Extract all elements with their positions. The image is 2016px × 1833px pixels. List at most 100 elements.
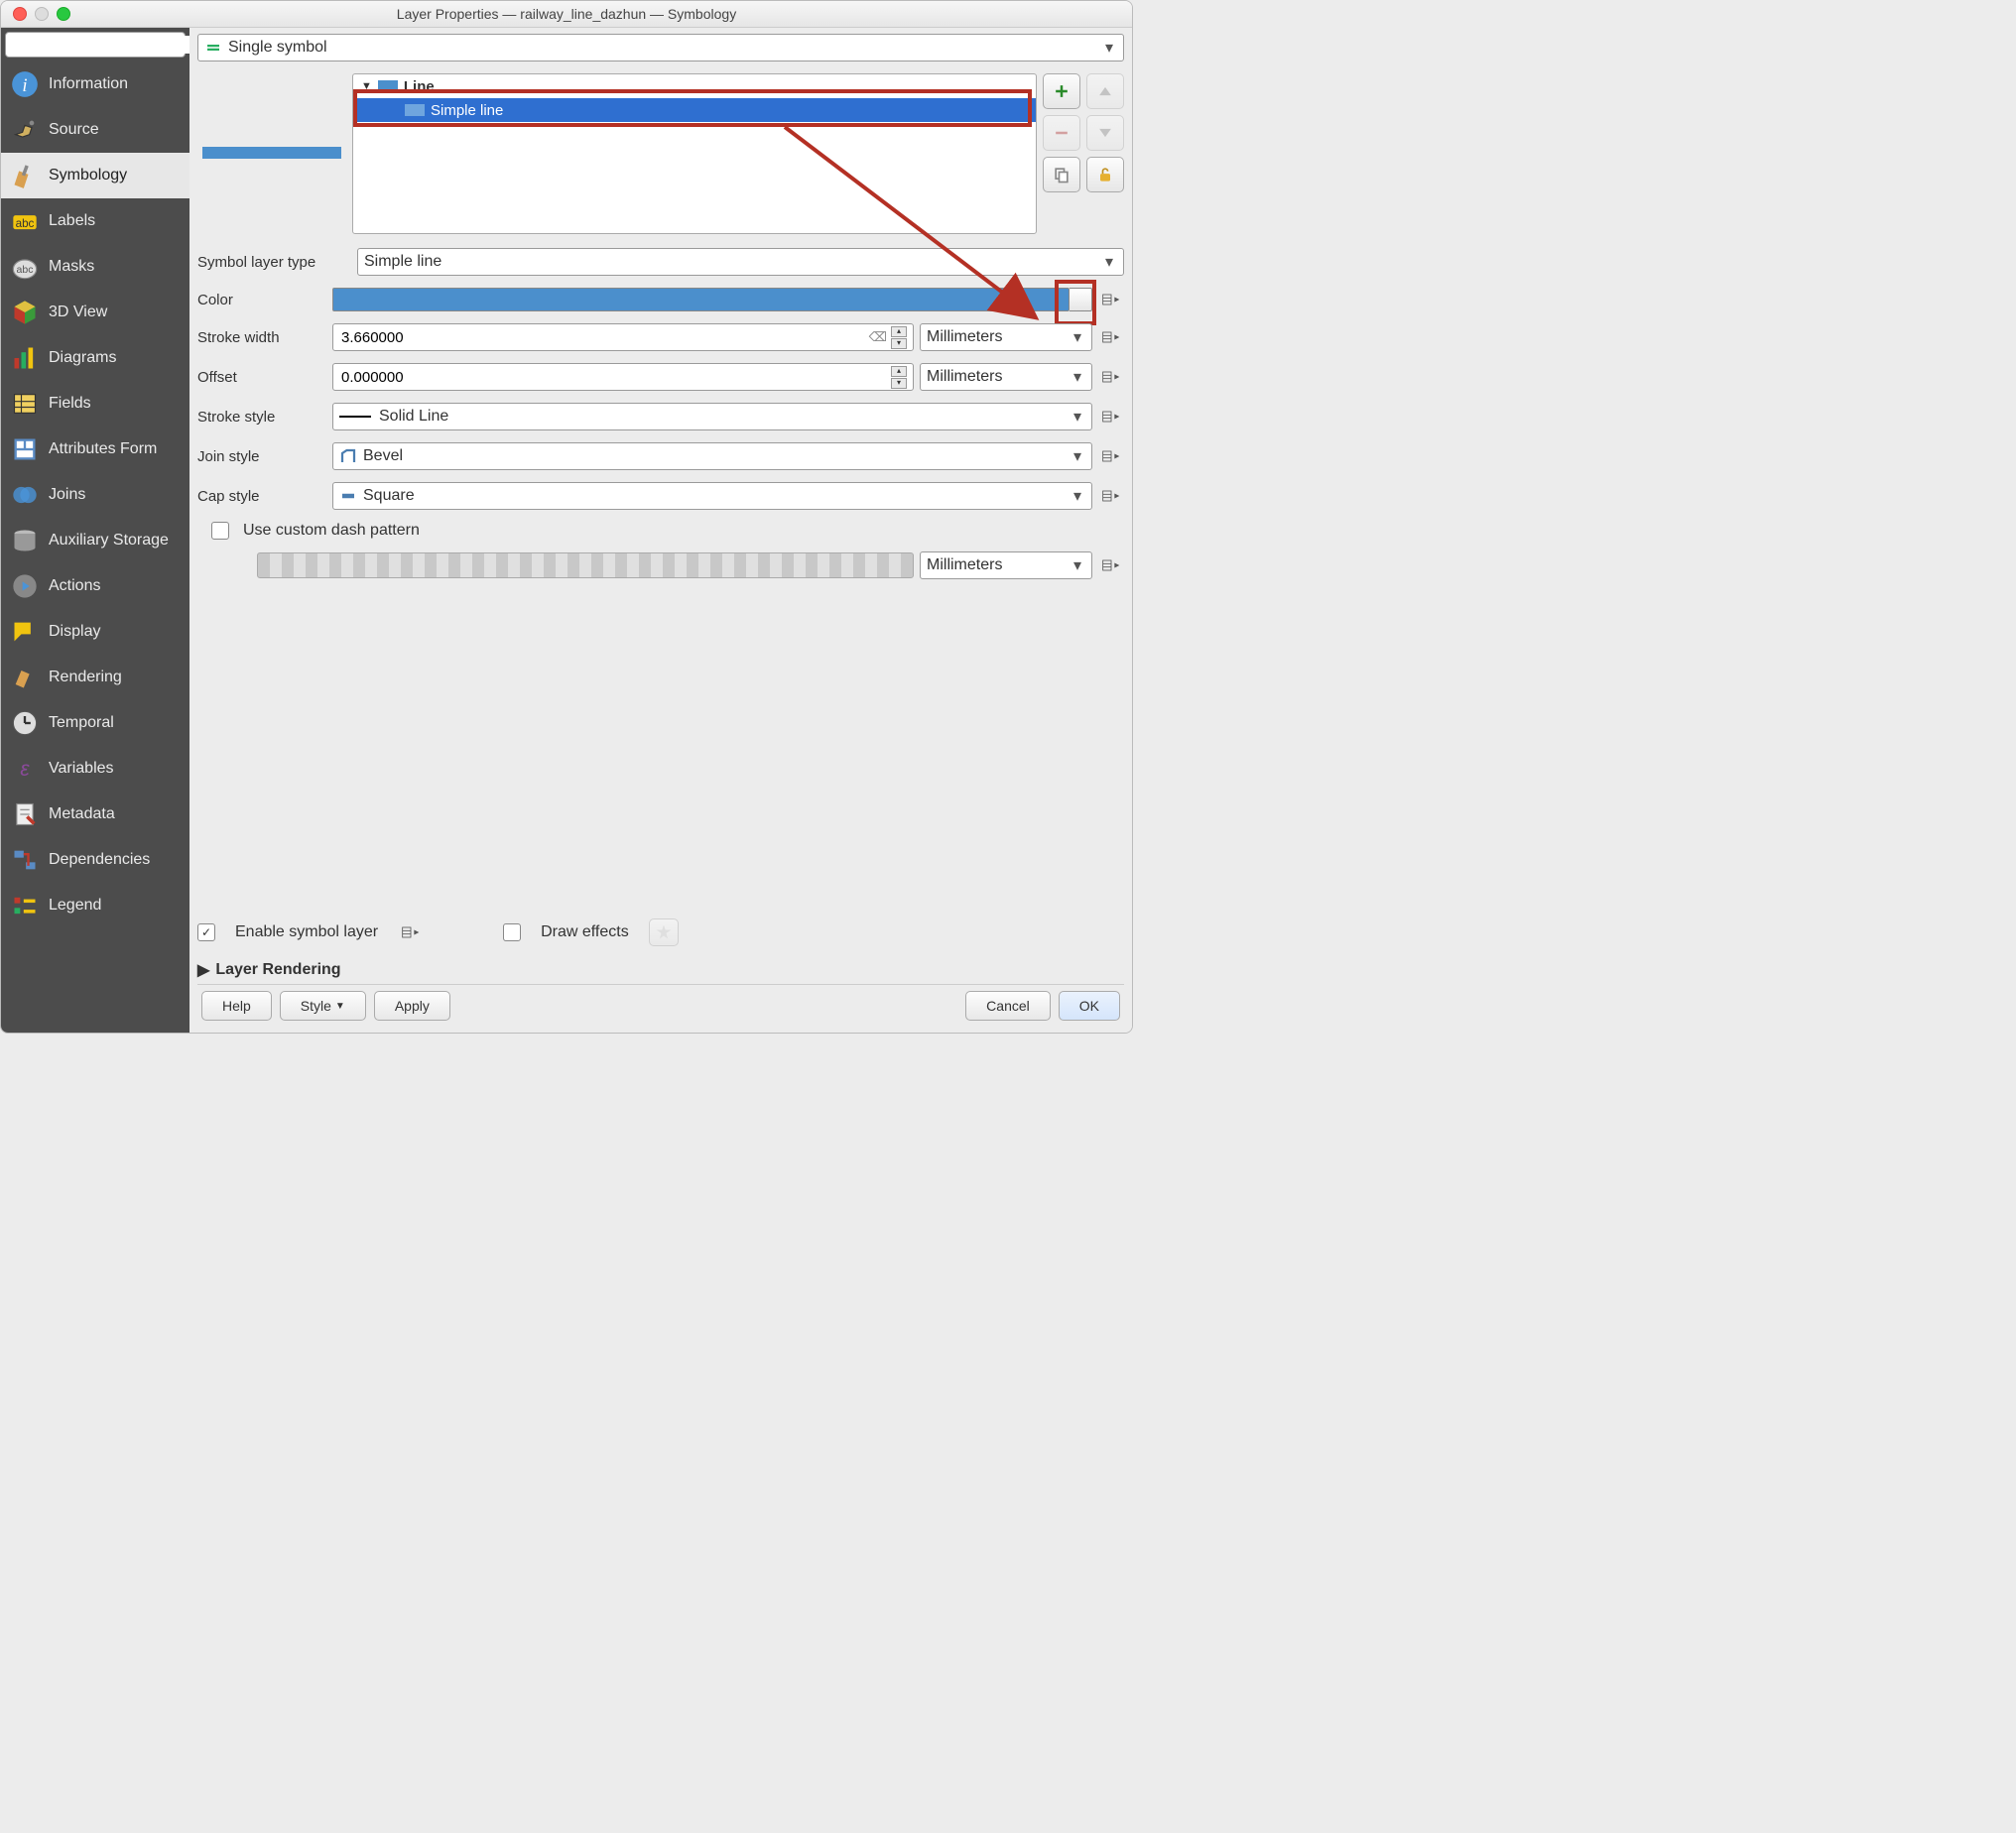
sidebar-item-actions[interactable]: Actions — [1, 563, 189, 609]
help-button[interactable]: Help — [201, 991, 272, 1021]
sidebar-item-rendering[interactable]: Rendering — [1, 655, 189, 700]
data-defined-override-button[interactable] — [1098, 407, 1124, 427]
sidebar-item-dependencies[interactable]: Dependencies — [1, 837, 189, 883]
sidebar-item-label: Legend — [49, 897, 101, 915]
lock-layer-button[interactable] — [1086, 157, 1124, 192]
tree-root-line[interactable]: ▼ Line — [353, 74, 1036, 98]
metadata-icon — [11, 800, 39, 828]
stroke-width-unit-dropdown[interactable]: Millimeters▾ — [920, 323, 1092, 351]
chevron-down-icon: ▾ — [1070, 367, 1085, 387]
custom-dash-checkbox[interactable] — [211, 522, 229, 540]
sidebar-item-metadata[interactable]: Metadata — [1, 792, 189, 837]
sidebar-item-label: Labels — [49, 212, 95, 230]
sidebar-search-input[interactable] — [16, 36, 189, 54]
sidebar-item-masks[interactable]: abc Masks — [1, 244, 189, 290]
ok-button[interactable]: OK — [1059, 991, 1120, 1021]
offset-unit-dropdown[interactable]: Millimeters▾ — [920, 363, 1092, 391]
symbol-layer-tree[interactable]: ▼ Line Simple line — [352, 73, 1037, 234]
stroke-width-spinner[interactable]: ▴▾ — [891, 326, 907, 349]
help-button-label: Help — [222, 998, 251, 1014]
lock-open-icon — [1095, 165, 1115, 184]
sidebar-item-legend[interactable]: Legend — [1, 883, 189, 928]
sidebar-item-label: Symbology — [49, 167, 127, 184]
symbol-mode-value: Single symbol — [228, 39, 327, 57]
stroke-style-dropdown[interactable]: Solid Line ▾ — [332, 403, 1092, 430]
triangle-down-icon — [1095, 123, 1115, 143]
symbol-layer-type-dropdown[interactable]: Simple line ▾ — [357, 248, 1124, 276]
offset-label: Offset — [197, 369, 326, 386]
data-defined-override-button[interactable] — [398, 922, 424, 942]
sidebar-item-variables[interactable]: ε Variables — [1, 746, 189, 792]
enable-symbol-layer-checkbox[interactable]: ✓ — [197, 923, 215, 941]
offset-value[interactable] — [339, 368, 887, 387]
sidebar-item-label: Variables — [49, 760, 114, 778]
duplicate-icon — [1052, 165, 1071, 184]
clock-icon — [11, 709, 39, 737]
data-defined-override-button[interactable] — [1098, 555, 1124, 575]
data-defined-override-button[interactable] — [1098, 367, 1124, 387]
square-cap-icon — [339, 487, 357, 505]
sidebar-item-3dview[interactable]: 3D View — [1, 290, 189, 335]
custom-dash-label: Use custom dash pattern — [243, 522, 420, 540]
symbol-mode-dropdown[interactable]: Single symbol ▾ — [197, 34, 1124, 61]
dash-unit-dropdown[interactable]: Millimeters▾ — [920, 551, 1092, 579]
data-defined-override-button[interactable] — [1098, 446, 1124, 466]
color-swatch[interactable] — [332, 288, 1070, 311]
move-up-button — [1086, 73, 1124, 109]
close-window-icon[interactable] — [13, 7, 27, 21]
stroke-width-input[interactable]: ⌫ ▴▾ — [332, 323, 914, 351]
sidebar-item-label: Auxiliary Storage — [49, 532, 169, 550]
offset-spinner[interactable]: ▴▾ — [891, 366, 907, 389]
move-down-button — [1086, 115, 1124, 151]
cap-style-dropdown[interactable]: Square ▾ — [332, 482, 1092, 510]
join-style-dropdown[interactable]: Bevel ▾ — [332, 442, 1092, 470]
tree-child-simple-line[interactable]: Simple line — [353, 98, 1036, 122]
color-dropdown-button[interactable] — [1070, 288, 1092, 311]
line-swatch-icon — [405, 104, 425, 116]
sidebar-item-label: Display — [49, 623, 100, 641]
sidebar-item-label: Actions — [49, 577, 100, 595]
sidebar-item-label: Joins — [49, 486, 85, 504]
sidebar-item-information[interactable]: i Information — [1, 61, 189, 107]
stroke-width-value[interactable] — [339, 328, 869, 347]
data-defined-override-button[interactable] — [1098, 290, 1124, 309]
join-style-label: Join style — [197, 448, 326, 465]
data-defined-override-button[interactable] — [1098, 486, 1124, 506]
layer-rendering-header[interactable]: ▶ Layer Rendering — [197, 960, 1124, 980]
style-button[interactable]: Style▼ — [280, 991, 366, 1021]
sidebar-item-symbology[interactable]: Symbology — [1, 153, 189, 198]
chevron-down-icon: ▾ — [1101, 252, 1117, 272]
labels-icon: abc — [11, 207, 39, 235]
override-icon — [401, 924, 421, 940]
sidebar-item-auxiliary-storage[interactable]: Auxiliary Storage — [1, 518, 189, 563]
sidebar-item-label: Masks — [49, 258, 94, 276]
zoom-window-icon[interactable] — [57, 7, 70, 21]
override-icon — [1101, 369, 1121, 385]
layer-rendering-label: Layer Rendering — [215, 961, 340, 979]
cancel-button[interactable]: Cancel — [965, 991, 1051, 1021]
sidebar-item-labels[interactable]: abc Labels — [1, 198, 189, 244]
sidebar-item-joins[interactable]: Joins — [1, 472, 189, 518]
apply-button[interactable]: Apply — [374, 991, 450, 1021]
draw-effects-checkbox[interactable] — [503, 923, 521, 941]
sidebar-item-display[interactable]: Display — [1, 609, 189, 655]
symbology-icon — [11, 162, 39, 189]
svg-text:abc: abc — [16, 217, 35, 230]
line-swatch-icon — [378, 80, 398, 92]
data-defined-override-button[interactable] — [1098, 327, 1124, 347]
sidebar-item-source[interactable]: Source — [1, 107, 189, 153]
duplicate-layer-button[interactable] — [1043, 157, 1080, 192]
sidebar-item-diagrams[interactable]: Diagrams — [1, 335, 189, 381]
svg-text:ε: ε — [20, 758, 30, 781]
clear-icon[interactable]: ⌫ — [869, 329, 887, 345]
sidebar-item-fields[interactable]: Fields — [1, 381, 189, 427]
actions-icon — [11, 572, 39, 600]
add-layer-button[interactable] — [1043, 73, 1080, 109]
sidebar-item-attributes-form[interactable]: Attributes Form — [1, 427, 189, 472]
dash-pattern-preview[interactable] — [257, 552, 914, 578]
sidebar-item-temporal[interactable]: Temporal — [1, 700, 189, 746]
sidebar-search[interactable] — [5, 32, 186, 58]
offset-input[interactable]: ▴▾ — [332, 363, 914, 391]
override-icon — [1101, 409, 1121, 425]
sidebar-item-label: Diagrams — [49, 349, 116, 367]
